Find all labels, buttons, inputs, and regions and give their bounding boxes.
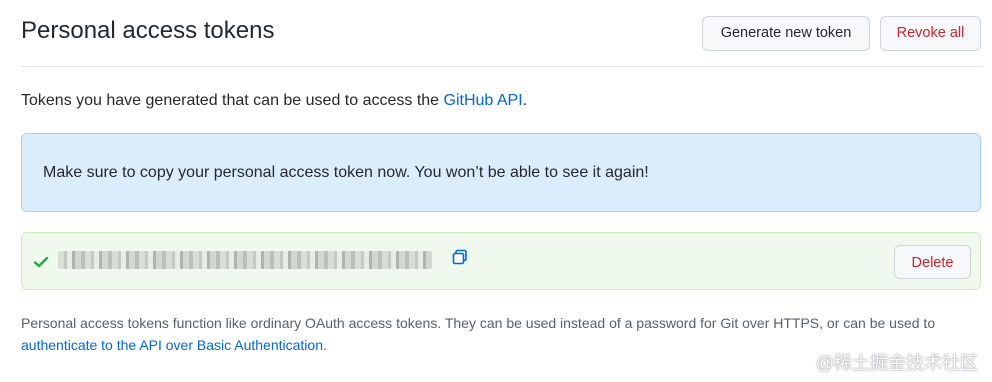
settings-page: Personal access tokens Generate new toke…	[0, 0, 992, 382]
new-token-box: Delete	[21, 232, 981, 290]
footnote-text: Personal access tokens function like ord…	[21, 312, 981, 356]
check-icon	[33, 256, 49, 268]
github-api-link[interactable]: GitHub API	[444, 92, 523, 109]
basic-auth-link[interactable]: authenticate to the API over Basic Authe…	[21, 337, 323, 353]
intro-text: Tokens you have generated that can be us…	[21, 89, 527, 113]
delete-token-button[interactable]: Delete	[894, 245, 971, 279]
footnote-text-suffix: .	[322, 337, 327, 353]
intro-text-suffix: .	[522, 92, 528, 109]
revoke-all-button[interactable]: Revoke all	[880, 16, 981, 51]
page-header: Personal access tokens Generate new toke…	[21, 0, 982, 67]
generate-new-token-button[interactable]: Generate new token	[702, 16, 870, 51]
page-title: Personal access tokens	[21, 17, 275, 44]
footnote-text-label: Personal access tokens function like ord…	[21, 315, 936, 331]
copy-token-flash: Make sure to copy your personal access t…	[21, 133, 981, 212]
token-value[interactable]	[58, 251, 432, 269]
flash-message: Make sure to copy your personal access t…	[43, 164, 649, 181]
intro-text-label: Tokens you have generated that can be us…	[21, 92, 444, 109]
clipboard-icon[interactable]	[452, 249, 468, 265]
